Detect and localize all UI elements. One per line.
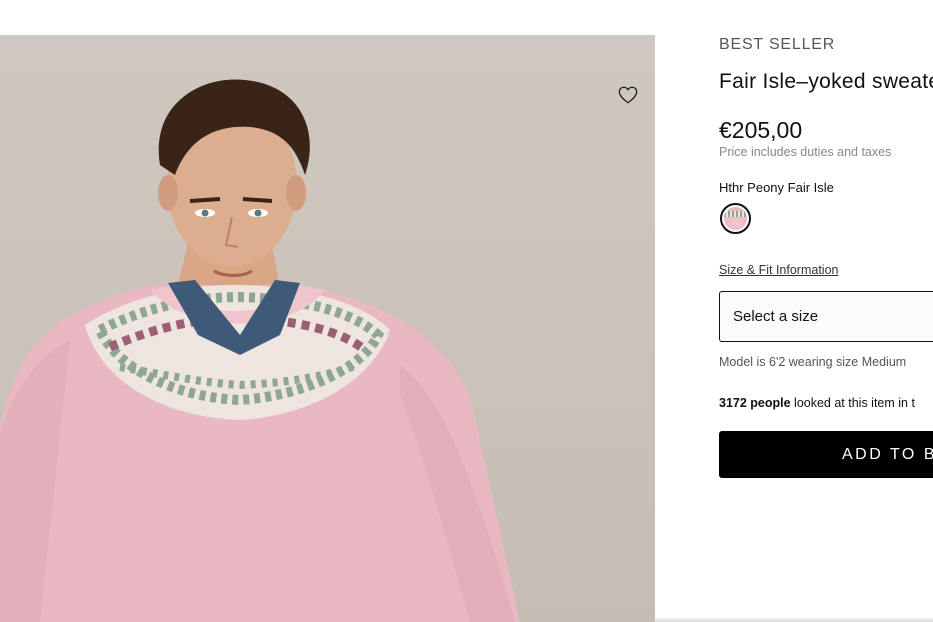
product-image[interactable]	[0, 35, 655, 622]
views-note: 3172 people looked at this item in t	[719, 396, 915, 410]
color-swatch-selected[interactable]	[720, 203, 751, 234]
product-info-panel: BEST SELLER Fair Isle–yoked sweate €205,…	[719, 0, 933, 622]
color-name: Hthr Peony Fair Isle	[719, 180, 834, 195]
size-fit-link[interactable]: Size & Fit Information	[719, 263, 839, 277]
best-seller-badge: BEST SELLER	[719, 36, 836, 53]
size-select[interactable]: Select a size	[719, 291, 933, 342]
bottom-divider	[655, 618, 933, 622]
product-page: BEST SELLER Fair Isle–yoked sweate €205,…	[0, 0, 933, 622]
add-to-bag-label: ADD TO BA	[842, 445, 933, 463]
model-size-note: Model is 6'2 wearing size Medium	[719, 355, 907, 369]
views-count: 3172 people	[719, 396, 791, 410]
size-select-placeholder: Select a size	[733, 308, 819, 325]
wishlist-heart-icon[interactable]	[617, 84, 639, 106]
swatch-thumbnail	[724, 207, 747, 230]
views-text: looked at this item in t	[790, 396, 915, 410]
product-price: €205,00	[719, 117, 803, 143]
add-to-bag-button[interactable]: ADD TO BA	[719, 431, 933, 478]
product-title: Fair Isle–yoked sweate	[719, 70, 933, 93]
model-photo	[0, 79, 520, 622]
price-note: Price includes duties and taxes	[719, 145, 892, 159]
